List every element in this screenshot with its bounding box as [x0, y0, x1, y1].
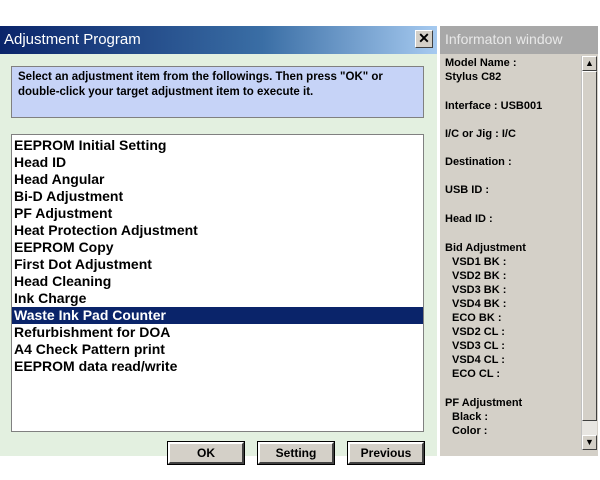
list-item[interactable]: Bi-D Adjustment	[12, 188, 423, 205]
scrollbar-thumb[interactable]	[582, 71, 597, 421]
model-name-value: Stylus C82	[445, 71, 502, 83]
scroll-down-icon[interactable]: ▼	[582, 435, 597, 450]
pf-field: Color :	[452, 425, 488, 437]
list-item[interactable]: Head ID	[12, 154, 423, 171]
list-item[interactable]: Waste Ink Pad Counter	[12, 307, 423, 324]
head-id-label: Head ID :	[445, 213, 493, 225]
pf-field: Black :	[452, 411, 489, 423]
ic-jig-value: I/C or Jig : I/C	[445, 128, 516, 140]
close-button[interactable]: ✕	[415, 30, 433, 48]
bid-field: VSD1 BK :	[452, 256, 507, 268]
interface-value: Interface : USB001	[445, 100, 543, 112]
list-item[interactable]: Refurbishment for DOA	[12, 324, 423, 341]
adjustment-program-window: Adjustment Program ✕ Select an adjustmen…	[0, 26, 437, 465]
bid-field: VSD2 BK :	[452, 270, 507, 282]
bid-field: VSD4 CL :	[452, 354, 505, 366]
scroll-up-icon[interactable]: ▲	[582, 56, 597, 71]
list-item[interactable]: Head Cleaning	[12, 273, 423, 290]
bid-field: ECO BK :	[452, 312, 502, 324]
previous-button[interactable]: Previous	[347, 441, 425, 465]
window-title: Adjustment Program	[4, 31, 141, 48]
bid-field: VSD4 BK :	[452, 298, 507, 310]
info-content: Model Name : Stylus C82 Interface : USB0…	[445, 56, 580, 452]
bid-field: VSD2 CL :	[452, 326, 505, 338]
information-window: Informaton window Model Name : Stylus C8…	[437, 26, 598, 456]
bid-field: ECO CL :	[452, 368, 501, 380]
usb-id-label: USB ID :	[445, 184, 489, 196]
list-item[interactable]: EEPROM data read/write	[12, 358, 423, 375]
title-bar[interactable]: Adjustment Program ✕	[0, 26, 437, 54]
ok-button[interactable]: OK	[167, 441, 245, 465]
bid-adjustment-heading: Bid Adjustment	[445, 242, 526, 254]
list-item[interactable]: Head Angular	[12, 171, 423, 188]
info-window-title: Informaton window	[445, 31, 563, 47]
info-title-bar[interactable]: Informaton window	[440, 26, 598, 54]
bid-field: VSD3 BK :	[452, 284, 507, 296]
list-item[interactable]: First Dot Adjustment	[12, 256, 423, 273]
adjustment-item-list[interactable]: EEPROM Initial Setting Head ID Head Angula…	[11, 134, 424, 432]
pf-adjustment-heading: PF Adjustment	[445, 397, 523, 409]
bid-field: VSD3 CL :	[452, 340, 505, 352]
list-item[interactable]: Ink Charge	[12, 290, 423, 307]
model-name-label: Model Name :	[445, 57, 517, 69]
destination-label: Destination :	[445, 156, 512, 168]
list-item[interactable]: A4 Check Pattern print	[12, 341, 423, 358]
info-scrollbar[interactable]: ▲ ▼	[581, 56, 597, 450]
setting-button[interactable]: Setting	[257, 441, 335, 465]
list-item[interactable]: PF Adjustment	[12, 205, 423, 222]
list-item[interactable]: Heat Protection Adjustment	[12, 222, 423, 239]
list-item[interactable]: EEPROM Initial Setting	[12, 137, 423, 154]
instruction-text: Select an adjustment item from the follo…	[11, 66, 424, 118]
list-item[interactable]: EEPROM Copy	[12, 239, 423, 256]
